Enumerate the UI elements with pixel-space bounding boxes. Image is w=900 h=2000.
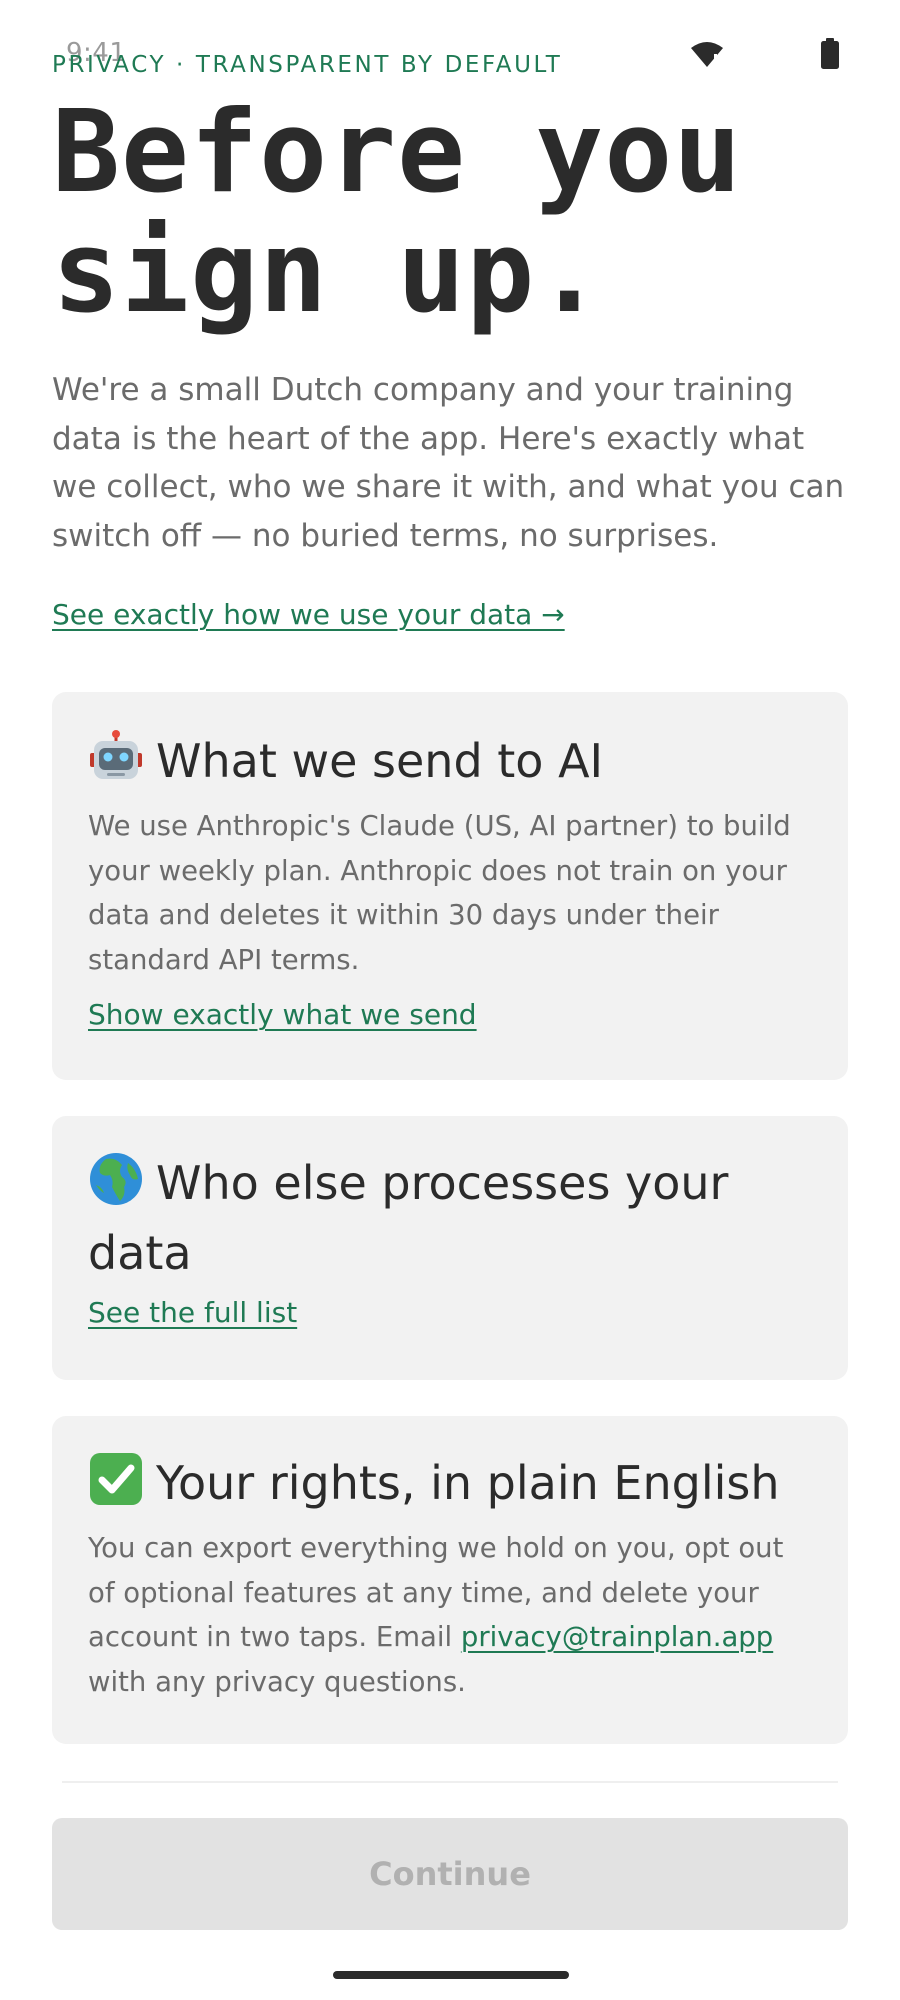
- privacy-email-link[interactable]: privacy@trainplan.app: [461, 1621, 773, 1653]
- page-title: Before you sign up.: [52, 92, 852, 332]
- globe-icon: [88, 1151, 144, 1207]
- status-icons: [690, 38, 840, 70]
- rights-card-title: Your rights, in plain English: [88, 1416, 812, 1518]
- ai-card-title-text: What we send to AI: [156, 734, 604, 788]
- ai-card-body: We use Anthropic's Claude (US, AI partne…: [88, 810, 791, 976]
- page-title-line-1: Before you: [52, 86, 743, 218]
- intro-paragraph: We're a small Dutch company and your tra…: [52, 372, 845, 554]
- battery-icon: [820, 38, 840, 70]
- ai-card-title: What we send to AI: [88, 692, 812, 796]
- processors-card: Who else processes your data See the ful…: [52, 1116, 848, 1380]
- wifi-icon: [690, 40, 724, 68]
- rights-card: Your rights, in plain English You can ex…: [52, 1416, 848, 1744]
- footer-divider: [62, 1781, 838, 1783]
- rights-card-body: You can export everything we hold on you…: [88, 1526, 812, 1704]
- data-usage-link[interactable]: See exactly how we use your data →: [52, 598, 565, 631]
- processors-card-title-text: Who else processes your data: [88, 1156, 729, 1280]
- page-title-line-2: sign up.: [52, 206, 605, 338]
- home-indicator: [333, 1971, 569, 1979]
- continue-button[interactable]: Continue: [52, 1818, 848, 1930]
- rights-card-body-end: with any privacy questions.: [88, 1665, 466, 1698]
- rights-card-title-text: Your rights, in plain English: [156, 1456, 780, 1510]
- robot-icon: [88, 729, 144, 785]
- ai-card: What we send to AI We use Anthropic's Cl…: [52, 692, 848, 1080]
- check-mark-icon: [88, 1451, 144, 1507]
- processors-card-title: Who else processes your data: [88, 1116, 812, 1288]
- show-sent-data-link[interactable]: Show exactly what we send: [88, 998, 477, 1031]
- eyebrow-label: PRIVACY · TRANSPARENT BY DEFAULT: [52, 52, 563, 78]
- full-list-link[interactable]: See the full list: [88, 1296, 297, 1329]
